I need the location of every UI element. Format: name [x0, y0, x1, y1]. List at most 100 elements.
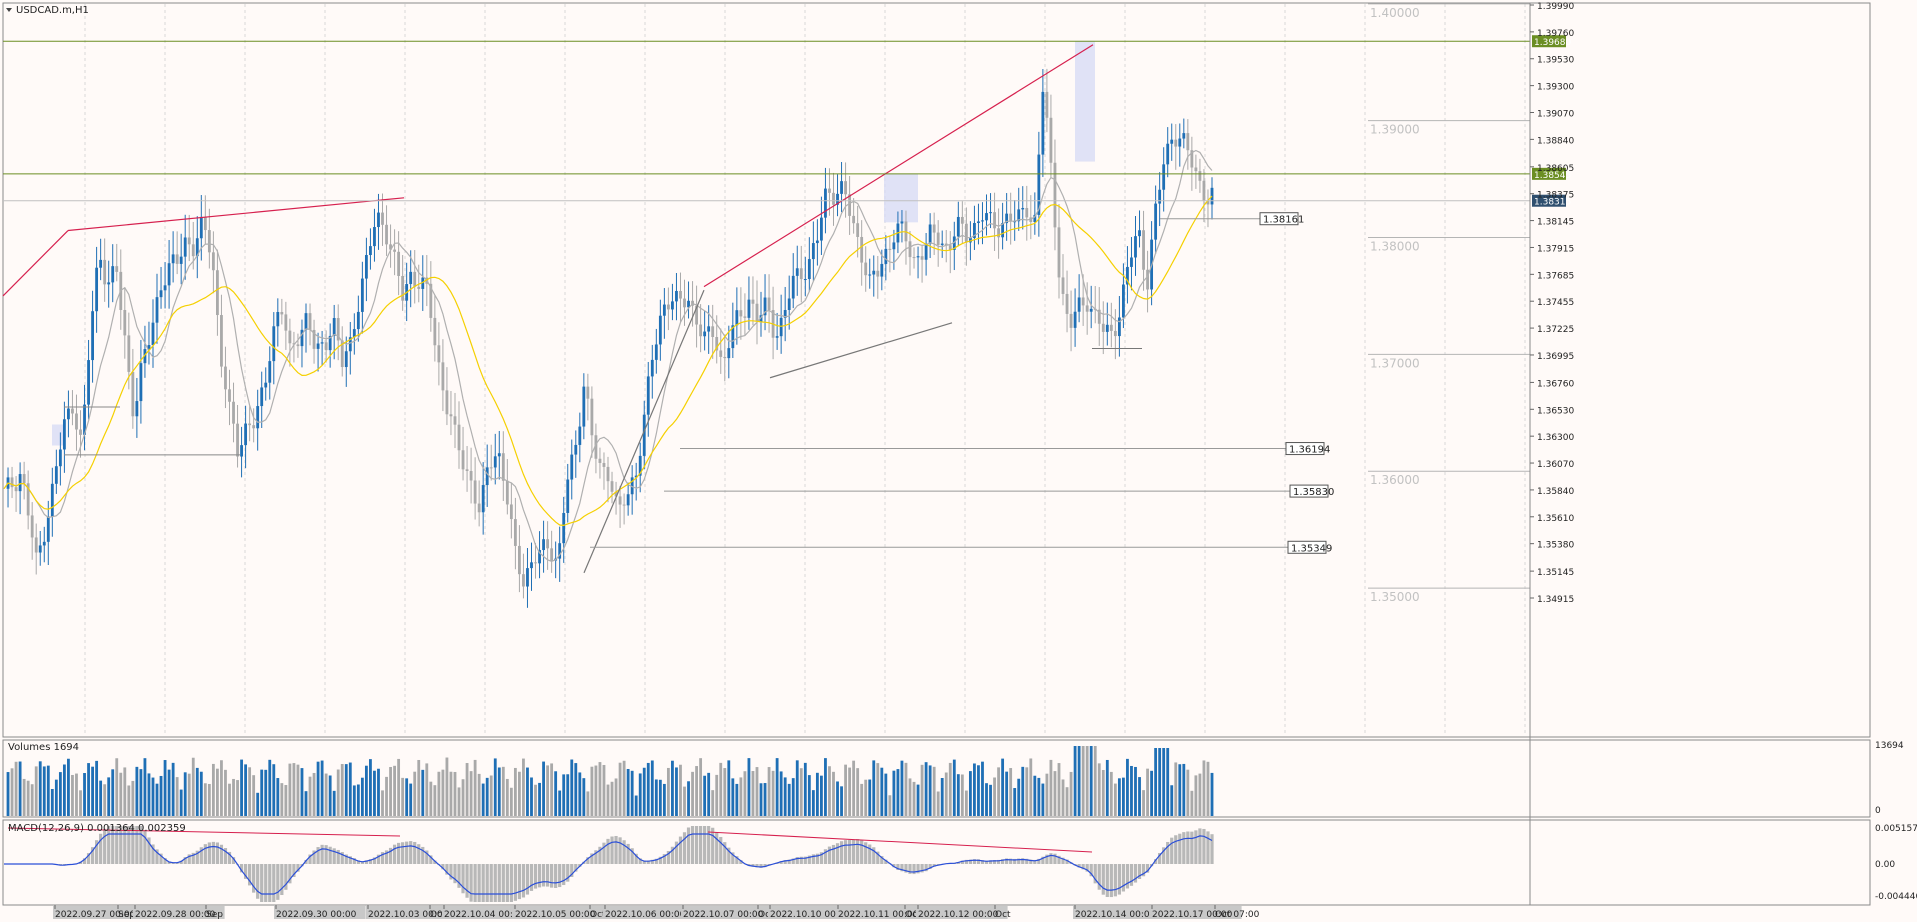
volume-bar — [369, 759, 372, 816]
volume-bar — [538, 782, 541, 816]
candle-body — [54, 466, 58, 484]
candle-body — [872, 270, 876, 275]
candle-body — [481, 485, 485, 513]
volume-bar — [1146, 768, 1149, 816]
volume-bar — [18, 761, 22, 816]
volume-bar — [453, 771, 457, 816]
volume-bar — [570, 759, 574, 816]
candle-body — [993, 212, 996, 229]
macd-histogram-bar — [711, 827, 715, 864]
candle-body — [602, 462, 606, 467]
time-tick-label: 2022.10.04 00:00 — [444, 910, 525, 920]
volume-bar — [139, 769, 143, 816]
candle-body — [1158, 189, 1162, 204]
macd-histogram-bar — [864, 842, 868, 864]
macd-zero-label: 0.00 — [1875, 860, 1895, 870]
candle-body — [900, 221, 904, 224]
volume-bar — [924, 762, 928, 816]
highlight-zone — [1075, 41, 1095, 162]
candle-body — [264, 382, 268, 388]
volume-bar — [332, 790, 336, 816]
volume-bar — [1142, 790, 1145, 816]
volume-bar — [272, 764, 276, 816]
price-tick-label: 1.36530 — [1537, 406, 1574, 416]
candle-body — [232, 401, 235, 424]
round-level-label: 1.39000 — [1370, 123, 1420, 137]
volume-bar — [848, 767, 852, 816]
candle-body — [30, 515, 34, 538]
volume-bar — [630, 770, 634, 816]
macd-histogram-bar — [215, 842, 220, 864]
price-tick-label: 1.36070 — [1537, 460, 1574, 470]
volume-bar — [763, 783, 767, 816]
candle-body — [1130, 257, 1133, 267]
candle-body — [62, 419, 66, 450]
volume-bar — [481, 783, 485, 816]
volume-bar — [1077, 746, 1081, 816]
candle-body — [240, 445, 243, 457]
trading-chart[interactable]: 1.40000 1.39000 1.38000 1.37000 1.36000 1.350… — [0, 0, 1917, 922]
macd-histogram-bar — [537, 864, 542, 888]
macd-histogram-bar — [207, 842, 211, 864]
volume-bar — [1045, 773, 1049, 816]
candle-body — [956, 216, 960, 237]
volume-bar — [38, 761, 42, 816]
volume-bar — [284, 785, 288, 816]
volume-bar — [163, 760, 167, 816]
macd-histogram-bar — [550, 864, 554, 888]
candle-body — [546, 539, 550, 549]
candle-body — [449, 414, 453, 417]
volume-bar — [1158, 748, 1162, 816]
price-tick-label: 1.38605 — [1537, 164, 1574, 174]
volume-bar — [1073, 746, 1077, 816]
candle-body — [509, 504, 513, 520]
candle-body — [981, 220, 984, 222]
volume-bar — [240, 759, 243, 816]
candle-body — [409, 271, 413, 285]
candle-body — [513, 519, 517, 546]
volume-bar — [1069, 771, 1073, 816]
volume-bar — [872, 760, 876, 816]
volume-bar — [54, 779, 58, 816]
candle-body — [622, 504, 626, 506]
volume-bar — [1093, 746, 1097, 816]
candle-body — [332, 318, 336, 336]
volume-bar — [381, 790, 384, 816]
volume-bar — [288, 763, 292, 816]
candle-body — [928, 224, 932, 244]
volume-bar — [860, 783, 864, 816]
macd-histogram-bar — [392, 844, 397, 864]
candle-body — [888, 248, 892, 250]
price-tick-label: 1.34915 — [1537, 595, 1574, 605]
volume-bar — [425, 763, 429, 816]
time-tick-label: 2022.10.12 00:00 — [918, 910, 999, 920]
round-level-label: 1.37000 — [1370, 356, 1420, 370]
volume-bar — [944, 772, 948, 816]
price-tick-label: 1.39300 — [1537, 83, 1574, 93]
volume-bar — [1061, 779, 1065, 816]
candle-body — [344, 351, 348, 368]
candle-body — [79, 429, 82, 435]
volume-bar — [687, 781, 690, 816]
volume-bar — [340, 763, 344, 816]
macd-histogram-bar — [682, 832, 687, 864]
volume-bar — [735, 783, 739, 816]
volume-bar — [401, 777, 405, 816]
volume-bar — [695, 766, 698, 816]
volume-bar — [1101, 769, 1105, 816]
candle-body — [989, 212, 992, 214]
macd-histogram-bar — [219, 844, 224, 864]
macd-histogram-bar — [843, 840, 848, 864]
volume-bar — [477, 773, 481, 816]
volume-bar — [75, 773, 78, 816]
candle-body — [123, 309, 127, 336]
candle-body — [171, 254, 175, 264]
symbol-title: USDCAD.m,H1 — [16, 5, 89, 16]
volume-bar — [795, 760, 799, 816]
volume-bar — [385, 776, 388, 816]
volume-bar — [1033, 775, 1037, 816]
candle-body — [46, 516, 50, 542]
volume-bar — [993, 777, 996, 816]
candle-body — [364, 255, 368, 279]
volume-bar — [1105, 759, 1109, 816]
